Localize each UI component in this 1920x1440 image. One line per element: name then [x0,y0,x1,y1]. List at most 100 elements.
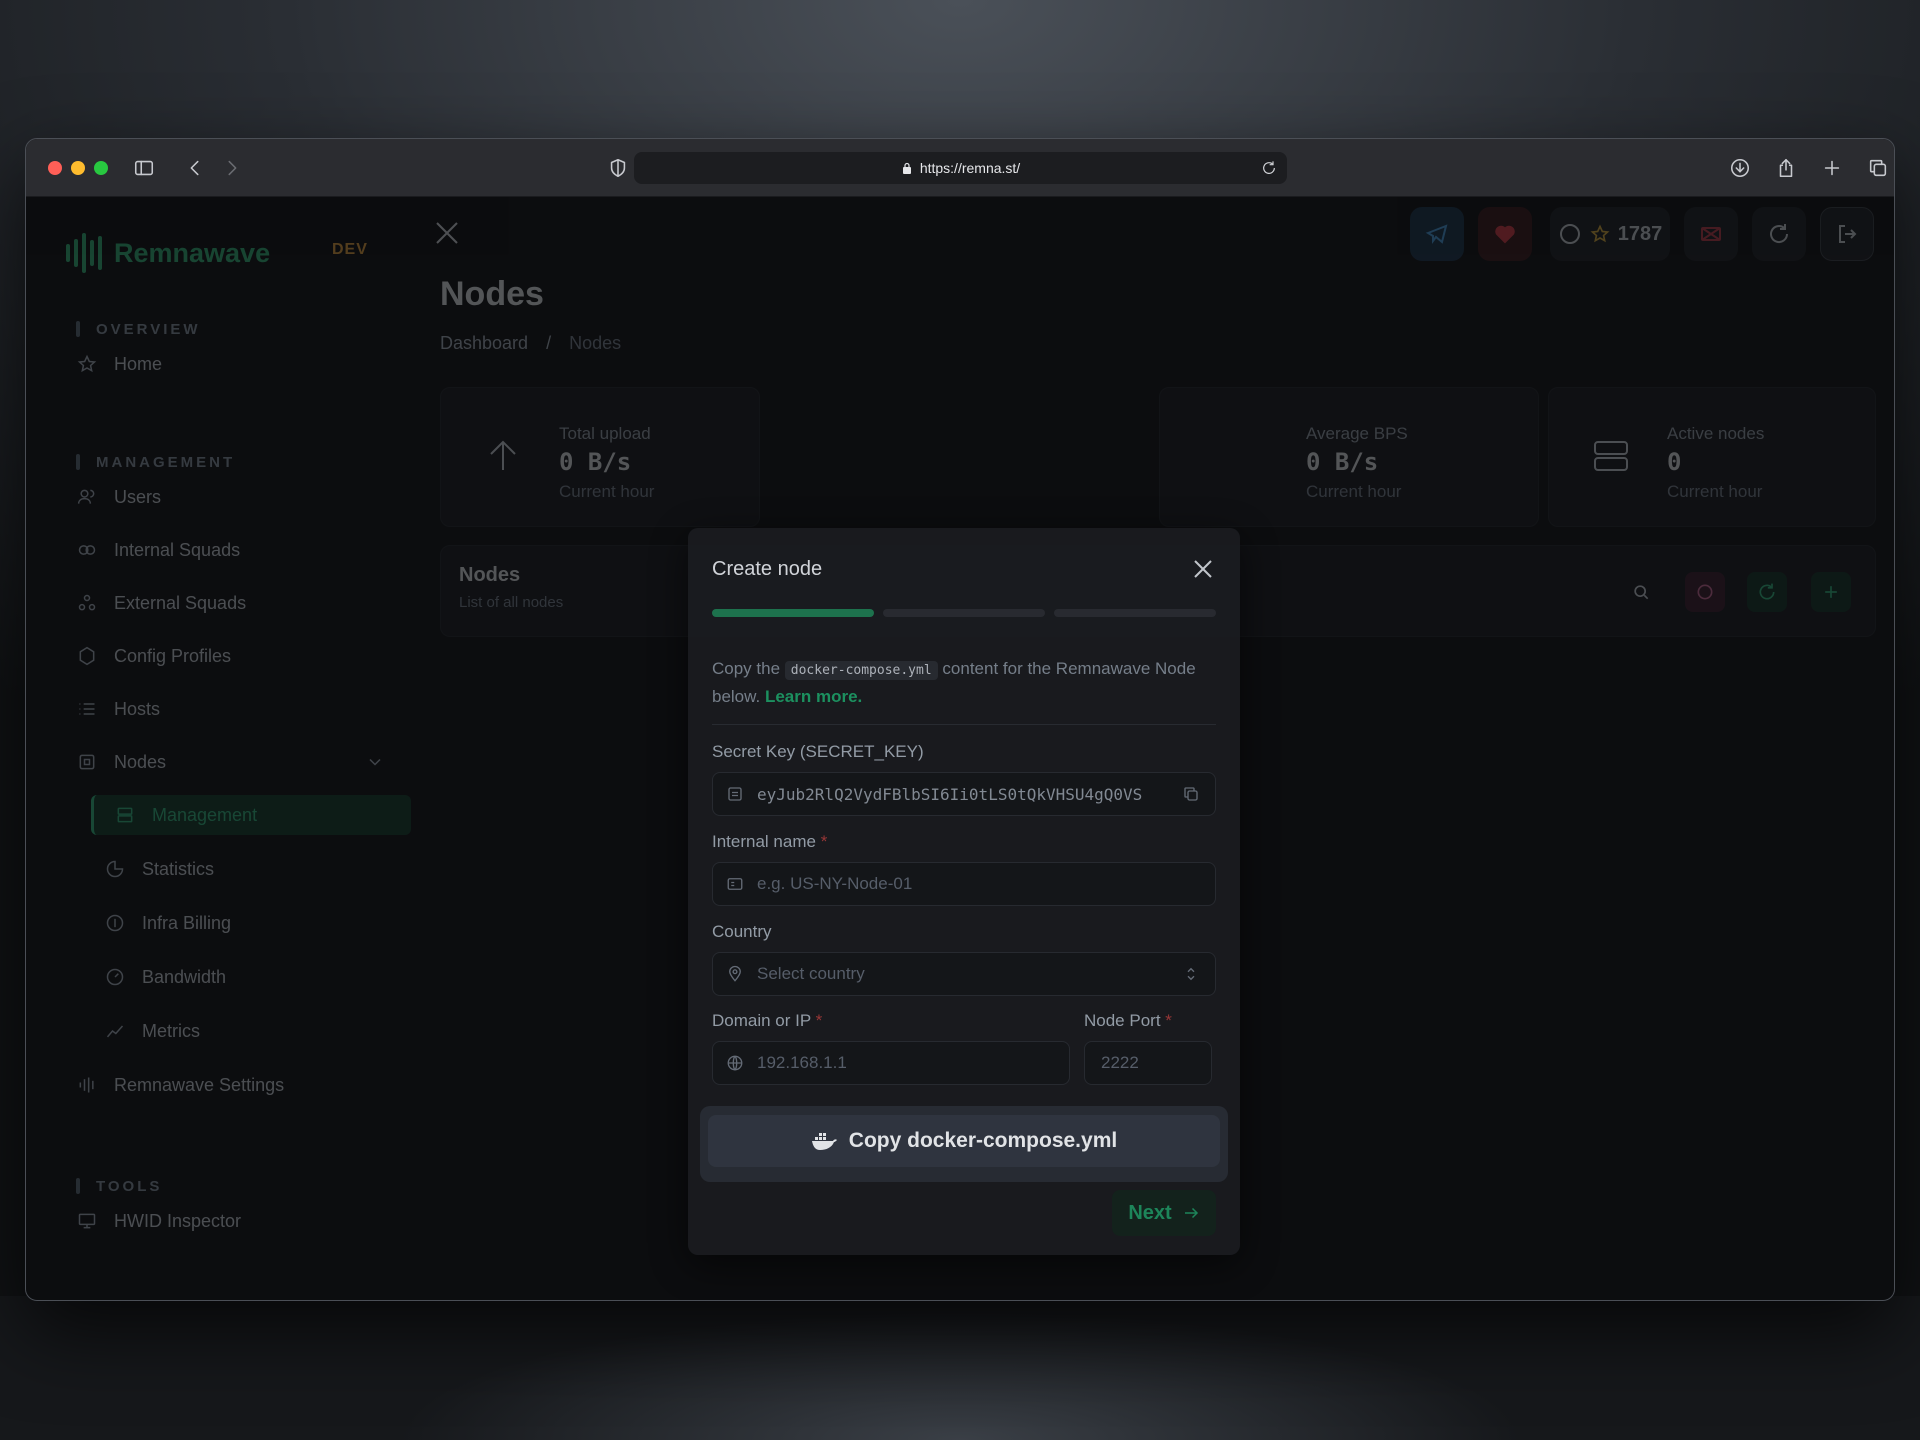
stepper-step-1 [712,609,874,617]
modal-description: Copy the docker-compose.yml content for … [712,656,1222,710]
minimize-window-button[interactable] [71,161,85,175]
next-button[interactable]: Next [1112,1190,1216,1236]
sidebar-item-label: HWID Inspector [114,1210,242,1231]
domain-input[interactable]: 192.168.1.1 [712,1041,1070,1085]
sidebar: Remnawave DEV OVERVIEW Home MANAGEMENT U… [26,197,411,1300]
modal-divider [712,724,1216,725]
stat-label: Active nodes [1667,424,1765,443]
servers-stack-icon [114,804,136,826]
section-overview: OVERVIEW [76,321,201,338]
internal-name-input[interactable]: e.g. US-NY-Node-01 [712,862,1216,906]
secret-key-label: Secret Key (SECRET_KEY) [712,742,924,761]
sidebar-item-label: Metrics [142,1020,200,1041]
logo-bars-small-icon [76,1074,98,1096]
description-prefix: Copy the [712,659,781,678]
stat-value: 0 B/s [559,448,632,476]
github-stars-button[interactable]: 1787 [1550,207,1670,261]
refresh-button[interactable] [1752,207,1806,261]
sidebar-item-hwid-inspector[interactable]: HWID Inspector [76,1201,406,1241]
copy-button-label: Copy docker-compose.yml [848,1129,1118,1152]
privacy-shield-icon[interactable] [604,154,632,182]
sidebar-item-label: Infra Billing [142,912,232,933]
arrow-right-icon [1184,1207,1198,1219]
downloads-icon[interactable] [1726,154,1754,182]
brand-name: Remnawave [114,237,271,268]
sidebar-item-internal-squads[interactable]: Internal Squads [76,530,406,570]
sidebar-item-label: Remnawave Settings [114,1074,285,1095]
breadcrumb-dashboard[interactable]: Dashboard [440,333,528,354]
secret-key-field[interactable]: eyJub2RlQ2VydFBlbSI6Ii0tLS0tQkVHSU4gQ0VS [712,772,1216,816]
sidebar-item-external-squads[interactable]: External Squads [76,583,406,623]
star-outline-icon [1590,224,1610,243]
fullscreen-window-button[interactable] [94,161,108,175]
tab-overview-icon[interactable] [1864,154,1892,182]
section-tools: TOOLS [76,1178,162,1195]
search-button[interactable] [1621,572,1661,612]
add-node-button[interactable] [1811,572,1851,612]
country-label: Country [712,922,772,941]
sidebar-item-label: Nodes [114,751,167,772]
sidebar-item-nodes-statistics[interactable]: Statistics [104,849,404,889]
address-bar[interactable]: https://remna.st/ [634,152,1287,184]
reload-icon[interactable] [1261,160,1277,176]
stepper-step-3 [1054,609,1216,617]
stat-card-average-bps: Average BPS 0 B/s Current hour [1159,387,1539,527]
sidebar-item-config-profiles[interactable]: Config Profiles [76,636,406,676]
sponsor-button[interactable] [1478,207,1532,261]
upload-arrow-icon [483,436,523,476]
stat-sub: Current hour [1667,482,1763,501]
forward-icon[interactable] [218,154,246,182]
stats-button[interactable] [1685,572,1725,612]
copy-docker-compose-button[interactable]: Copy docker-compose.yml [708,1115,1220,1167]
port-placeholder: 2222 [1101,1053,1139,1072]
sidebar-item-hosts[interactable]: Hosts [76,689,406,729]
required-mark: * [815,1011,823,1030]
sidebar-toggle-icon[interactable] [130,154,158,182]
brand-logo[interactable]: Remnawave [66,233,270,273]
required-mark: * [1165,1011,1172,1030]
country-select[interactable]: Select country [712,952,1216,996]
country-placeholder: Select country [757,964,865,983]
reload-list-button[interactable] [1747,572,1787,612]
language-button[interactable] [1684,207,1738,261]
sidebar-item-home[interactable]: Home [76,344,406,384]
sidebar-item-remnawave-settings[interactable]: Remnawave Settings [76,1065,406,1105]
sidebar-item-label: Hosts [114,698,161,719]
plus-icon [1825,586,1837,598]
search-icon [1634,585,1649,600]
key-icon [726,785,746,805]
share-icon[interactable] [1772,154,1800,182]
sidebar-item-label: Statistics [142,858,215,879]
sidebar-item-nodes-management[interactable]: Management [91,795,411,835]
billing-icon [104,912,126,934]
nodes-card-subtitle: List of all nodes [459,594,564,611]
sidebar-item-label: Config Profiles [114,645,232,666]
copy-icon[interactable] [1182,785,1202,805]
copy-button-focus-ring: Copy docker-compose.yml [700,1106,1228,1182]
internal-name-label: Internal name * [712,832,828,851]
line-chart-icon [104,1020,126,1042]
close-window-button[interactable] [48,161,62,175]
stat-label: Average BPS [1306,424,1408,443]
logo-bars-icon [66,233,102,273]
logout-button[interactable] [1820,207,1874,261]
heart-icon [1495,225,1515,244]
back-icon[interactable] [181,154,209,182]
learn-more-link[interactable]: Learn more. [765,687,862,706]
port-input[interactable]: 2222 [1084,1041,1212,1085]
sidebar-item-nodes[interactable]: Nodes [76,742,406,782]
sidebar-item-infra-billing[interactable]: Infra Billing [104,903,404,943]
new-tab-icon[interactable] [1818,154,1846,182]
modal-close-icon[interactable] [1190,556,1216,582]
close-icon[interactable] [431,217,463,249]
logout-icon [1839,225,1857,243]
sidebar-item-metrics[interactable]: Metrics [104,1011,404,1051]
sidebar-item-bandwidth[interactable]: Bandwidth [104,957,404,997]
telegram-button[interactable] [1410,207,1464,261]
monitor-icon [76,1210,98,1232]
sidebar-item-users[interactable]: Users [76,477,406,517]
external-squads-icon [76,592,98,614]
nodes-card-title: Nodes [459,564,521,586]
pie-chart-icon [104,858,126,880]
sidebar-item-label: Internal Squads [114,539,241,560]
